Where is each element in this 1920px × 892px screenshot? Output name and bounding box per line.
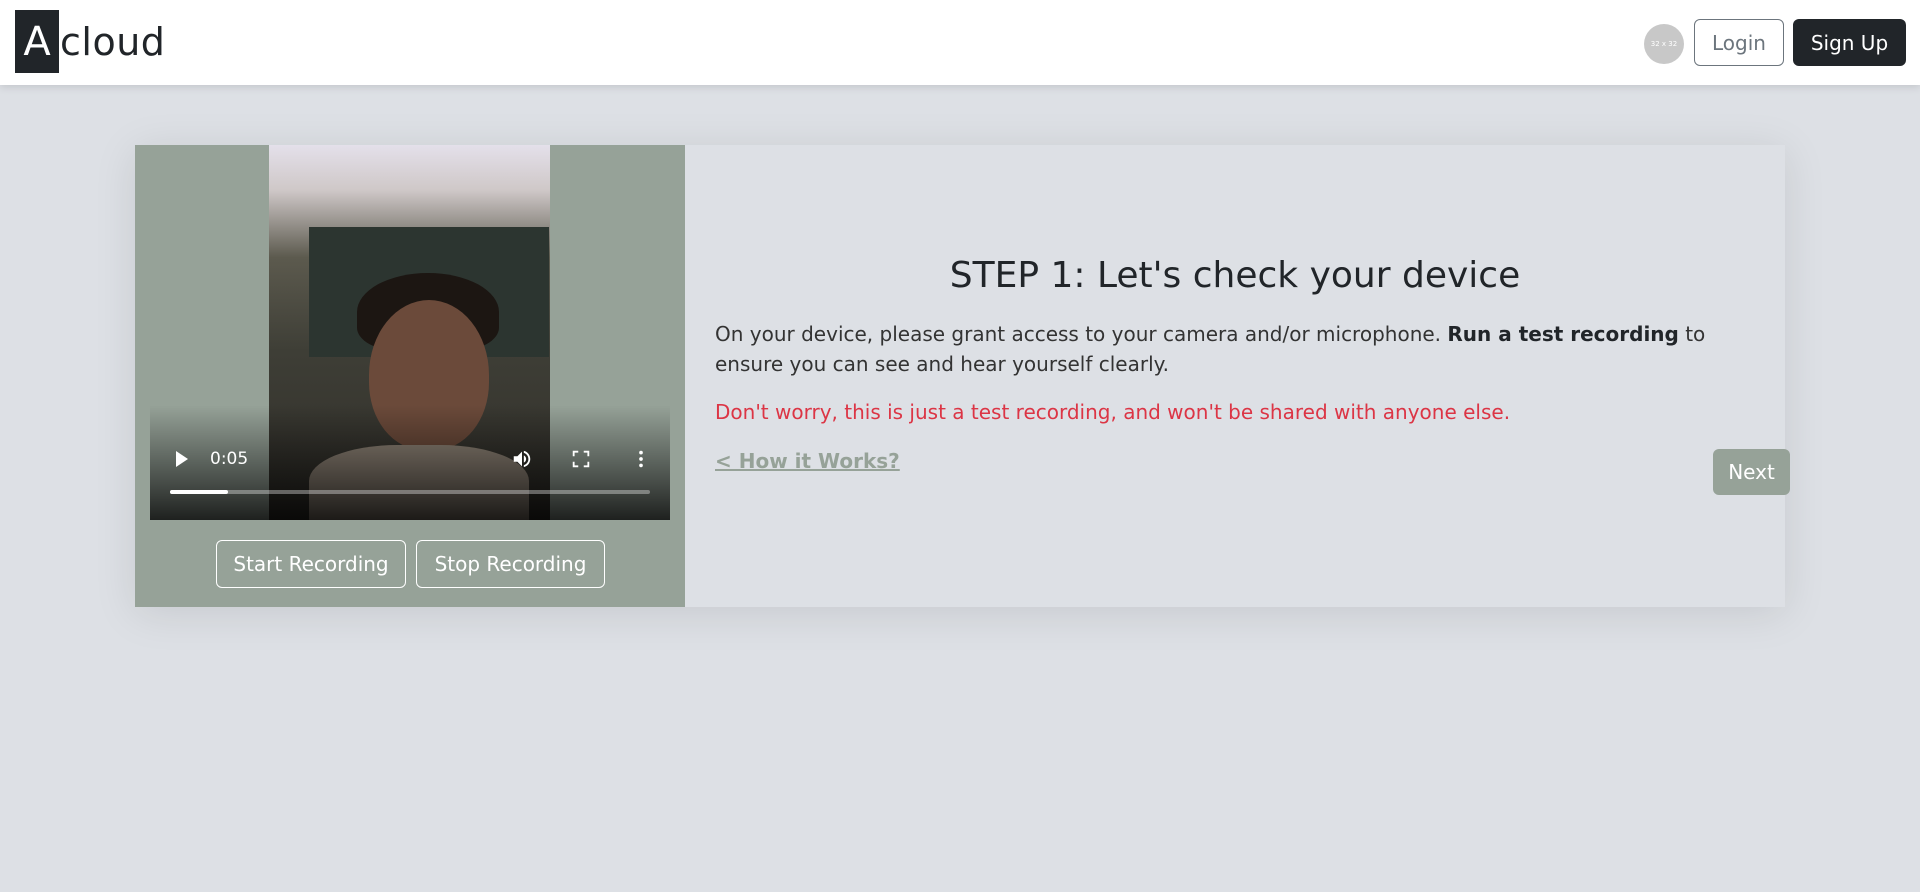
desc-emphasis: Run a test recording — [1447, 322, 1679, 346]
step-description: On your device, please grant access to y… — [715, 319, 1760, 379]
brand-logo[interactable]: A cloud — [15, 10, 165, 73]
stop-recording-button[interactable]: Stop Recording — [416, 540, 605, 588]
play-icon[interactable] — [176, 451, 188, 467]
video-progress-bar[interactable] — [170, 490, 650, 494]
video-progress-fill — [170, 490, 228, 494]
privacy-notice: Don't worry, this is just a test recordi… — [715, 400, 1511, 424]
video-player[interactable]: 0:05 — [150, 145, 670, 520]
top-navbar: A cloud 32 x 32 Login Sign Up — [0, 0, 1920, 85]
instructions-panel: STEP 1: Let's check your device On your … — [685, 145, 1790, 607]
video-time: 0:05 — [210, 449, 249, 469]
how-it-works-link[interactable]: < How it Works? — [715, 449, 900, 473]
fullscreen-icon[interactable] — [570, 448, 592, 470]
login-button[interactable]: Login — [1694, 19, 1784, 66]
avatar[interactable]: 32 x 32 — [1644, 24, 1684, 64]
more-vertical-icon[interactable] — [630, 448, 652, 470]
start-recording-button[interactable]: Start Recording — [216, 540, 406, 588]
page-title: STEP 1: Let's check your device — [949, 255, 1521, 296]
signup-button[interactable]: Sign Up — [1793, 19, 1906, 66]
device-check-card: 0:05 Start Recording Stop Recording STEP… — [135, 145, 1790, 607]
next-button[interactable]: Next — [1713, 449, 1790, 495]
logo-text: cloud — [60, 19, 166, 64]
volume-icon[interactable] — [510, 448, 534, 470]
desc-text-1: On your device, please grant access to y… — [715, 322, 1448, 346]
logo-initial: A — [15, 10, 59, 73]
recording-panel: 0:05 Start Recording Stop Recording — [135, 145, 685, 607]
